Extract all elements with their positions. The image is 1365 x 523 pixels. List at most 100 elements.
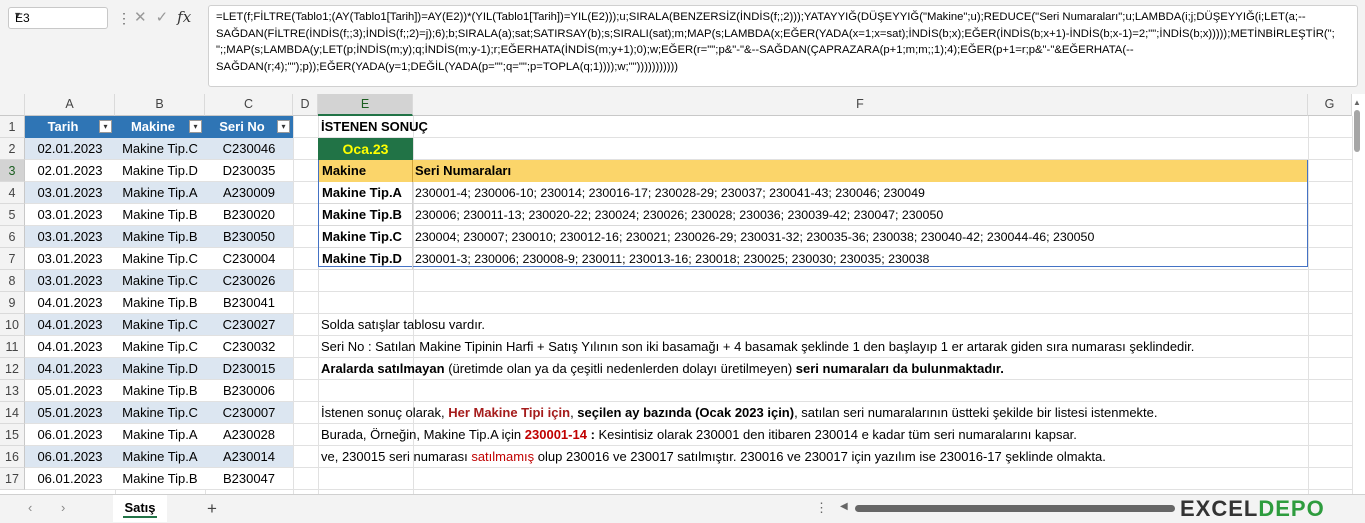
row-header-11[interactable]: 11 xyxy=(0,336,25,358)
sheet-tab-satis[interactable]: Satış xyxy=(113,495,167,522)
table-cell[interactable]: C230007 xyxy=(205,402,293,424)
row-header-2[interactable]: 2 xyxy=(0,138,25,160)
table-cell[interactable]: C230032 xyxy=(205,336,293,358)
cancel-icon[interactable]: ✕ xyxy=(134,9,156,26)
prev-sheet-icon[interactable]: ‹ xyxy=(28,500,32,515)
filter-dropdown-icon[interactable]: ▾ xyxy=(189,120,202,133)
result-serials-cell[interactable]: 230001-3; 230006; 230008-9; 230011; 2300… xyxy=(413,248,1307,270)
table-cell[interactable]: Makine Tip.C xyxy=(115,314,205,336)
row-header-17[interactable]: 17 xyxy=(0,468,25,490)
row-header-7[interactable]: 7 xyxy=(0,248,25,270)
table-cell[interactable]: Makine Tip.C xyxy=(115,248,205,270)
sheet-options-icon[interactable]: ⋮ xyxy=(815,500,828,516)
formula-input[interactable]: =LET(f;FİLTRE(Tablo1;(AY(Tablo1[Tarih])=… xyxy=(208,5,1358,87)
row-header-12[interactable]: 12 xyxy=(0,358,25,380)
table-cell[interactable]: Makine Tip.C xyxy=(115,138,205,160)
kebab-icon[interactable]: ⋮ xyxy=(117,10,131,27)
col-header-c[interactable]: C xyxy=(205,94,293,116)
table-cell[interactable]: B230047 xyxy=(205,468,293,490)
table-cell[interactable]: Makine Tip.C xyxy=(115,402,205,424)
table-cell[interactable]: 02.01.2023 xyxy=(25,138,115,160)
row-header-13[interactable]: 13 xyxy=(0,380,25,402)
table-cell[interactable]: Makine Tip.B xyxy=(115,380,205,402)
row-header-6[interactable]: 6 xyxy=(0,226,25,248)
table-cell[interactable]: Makine Tip.B xyxy=(115,204,205,226)
table-cell[interactable]: Makine Tip.C xyxy=(115,336,205,358)
table-cell[interactable]: 04.01.2023 xyxy=(25,358,115,380)
table-cell[interactable]: Makine Tip.C xyxy=(115,270,205,292)
table-cell[interactable]: C230004 xyxy=(205,248,293,270)
table-cell[interactable]: 03.01.2023 xyxy=(25,248,115,270)
table-cell[interactable]: A230028 xyxy=(205,424,293,446)
month-selector-cell[interactable]: Oca.23 xyxy=(318,138,413,160)
table-cell[interactable]: 03.01.2023 xyxy=(25,182,115,204)
chevron-down-icon[interactable]: ▾ xyxy=(15,10,101,21)
insert-function-icon[interactable]: fx xyxy=(177,8,191,26)
row-header-9[interactable]: 9 xyxy=(0,292,25,314)
row-header-5[interactable]: 5 xyxy=(0,204,25,226)
row-header-3[interactable]: 3 xyxy=(0,160,25,182)
next-sheet-icon[interactable]: › xyxy=(61,500,65,515)
table-cell[interactable]: C230027 xyxy=(205,314,293,336)
table-cell[interactable]: D230035 xyxy=(205,160,293,182)
col-header-f[interactable]: F xyxy=(413,94,1308,116)
table-cell[interactable]: D230015 xyxy=(205,358,293,380)
row-header-1[interactable]: 1 xyxy=(0,116,25,138)
scroll-left-icon[interactable]: ◀ xyxy=(840,501,848,512)
filter-dropdown-icon[interactable]: ▾ xyxy=(277,120,290,133)
add-sheet-icon[interactable]: + xyxy=(207,499,217,519)
table-cell[interactable]: C230026 xyxy=(205,270,293,292)
result-machine-cell[interactable]: Makine Tip.D xyxy=(319,248,413,270)
table-cell[interactable]: 03.01.2023 xyxy=(25,226,115,248)
row-header-16[interactable]: 16 xyxy=(0,446,25,468)
filter-dropdown-icon[interactable]: ▾ xyxy=(99,120,112,133)
table-cell[interactable]: Makine Tip.D xyxy=(115,160,205,182)
result-serials-cell[interactable]: 230004; 230007; 230010; 230012-16; 23002… xyxy=(413,226,1307,248)
table-cell[interactable]: 06.01.2023 xyxy=(25,446,115,468)
vertical-scrollbar[interactable]: ▲ xyxy=(1352,98,1362,490)
col-header-a[interactable]: A xyxy=(25,94,115,116)
row-header-10[interactable]: 10 xyxy=(0,314,25,336)
table-cell[interactable]: B230050 xyxy=(205,226,293,248)
table-cell[interactable]: 06.01.2023 xyxy=(25,424,115,446)
table-cell[interactable]: 06.01.2023 xyxy=(25,468,115,490)
vertical-scroll-thumb[interactable] xyxy=(1354,110,1360,152)
table-cell[interactable]: Makine Tip.A xyxy=(115,182,205,204)
col-header-b[interactable]: B xyxy=(115,94,205,116)
table-cell[interactable]: B230041 xyxy=(205,292,293,314)
table-cell[interactable]: Makine Tip.D xyxy=(115,358,205,380)
table-cell[interactable]: Makine Tip.A xyxy=(115,424,205,446)
result-machine-cell[interactable]: Makine Tip.C xyxy=(319,226,413,248)
table-cell[interactable]: Makine Tip.B xyxy=(115,468,205,490)
col-header-g[interactable]: G xyxy=(1308,94,1352,116)
scroll-up-icon[interactable]: ▲ xyxy=(1353,98,1361,107)
table-cell[interactable]: 03.01.2023 xyxy=(25,270,115,292)
row-header-4[interactable]: 4 xyxy=(0,182,25,204)
col-header-d[interactable]: D xyxy=(293,94,318,116)
row-header-8[interactable]: 8 xyxy=(0,270,25,292)
table-cell[interactable]: 04.01.2023 xyxy=(25,314,115,336)
horizontal-scroll-thumb[interactable] xyxy=(855,505,1175,512)
result-serials-cell[interactable]: 230001-4; 230006-10; 230014; 230016-17; … xyxy=(413,182,1307,204)
row-header-14[interactable]: 14 xyxy=(0,402,25,424)
name-box[interactable]: E3 ▾ xyxy=(8,7,108,29)
table-cell[interactable]: B230020 xyxy=(205,204,293,226)
table-cell[interactable]: B230006 xyxy=(205,380,293,402)
select-all-corner[interactable] xyxy=(0,94,25,116)
enter-check-icon[interactable]: ✓ xyxy=(156,9,178,26)
table-cell[interactable]: A230014 xyxy=(205,446,293,468)
table-cell[interactable]: Makine Tip.A xyxy=(115,446,205,468)
table-cell[interactable]: 05.01.2023 xyxy=(25,380,115,402)
col-header-e[interactable]: E xyxy=(318,94,413,116)
table-cell[interactable]: Makine Tip.B xyxy=(115,292,205,314)
table-cell[interactable]: 04.01.2023 xyxy=(25,292,115,314)
result-machine-cell[interactable]: Makine Tip.B xyxy=(319,204,413,226)
table-cell[interactable]: A230009 xyxy=(205,182,293,204)
table-cell[interactable]: 04.01.2023 xyxy=(25,336,115,358)
result-serials-cell[interactable]: 230006; 230011-13; 230020-22; 230024; 23… xyxy=(413,204,1307,226)
table-cell[interactable]: C230046 xyxy=(205,138,293,160)
row-header-15[interactable]: 15 xyxy=(0,424,25,446)
table-cell[interactable]: Makine Tip.B xyxy=(115,226,205,248)
table-cell[interactable]: 02.01.2023 xyxy=(25,160,115,182)
table-cell[interactable]: 03.01.2023 xyxy=(25,204,115,226)
